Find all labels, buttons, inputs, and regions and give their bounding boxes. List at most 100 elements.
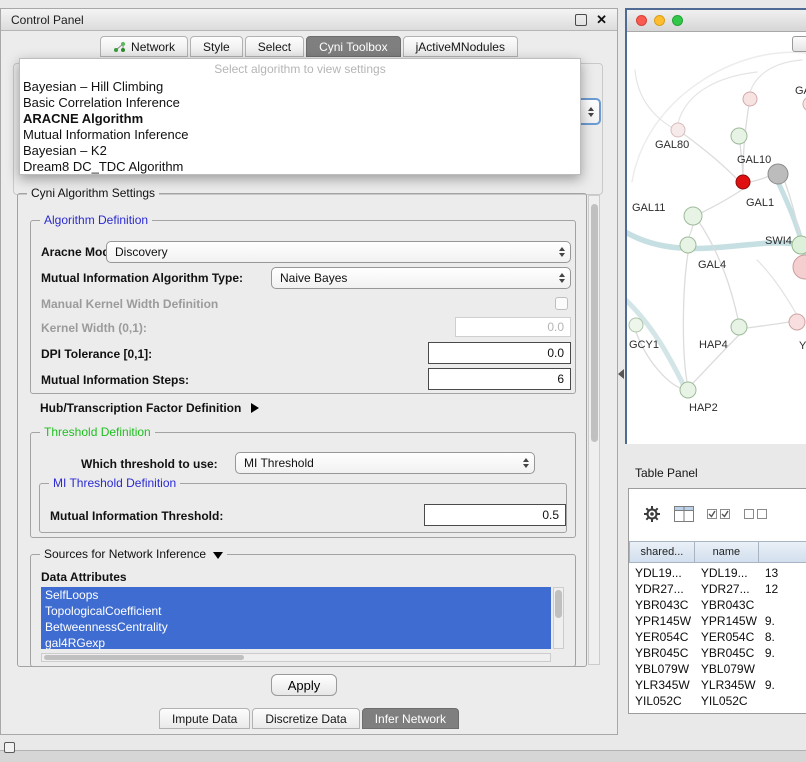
network-node[interactable] [789, 314, 805, 330]
mi-threshold-field[interactable]: 0.5 [424, 504, 566, 526]
network-node[interactable] [671, 123, 685, 137]
table-cell[interactable]: YIL052C [695, 693, 759, 709]
column-header[interactable]: name [695, 541, 759, 563]
manual-kernel-checkbox[interactable] [555, 297, 568, 310]
table-cell[interactable] [759, 693, 806, 709]
list-item[interactable]: BetweennessCentrality [41, 619, 551, 635]
dropdown-item[interactable]: Dream8 DC_TDC Algorithm [20, 159, 580, 175]
table-cell[interactable]: YBR045C [695, 645, 759, 661]
network-node[interactable] [792, 236, 806, 254]
settings-vscrollbar[interactable] [588, 195, 600, 665]
table-row[interactable]: YLR345W YLR345W 9. [629, 677, 806, 693]
list-vscrollbar-thumb[interactable] [555, 590, 562, 618]
network-node[interactable] [680, 237, 696, 253]
kernel-width-field[interactable]: 0.0 [455, 317, 571, 337]
tab-impute-data[interactable]: Impute Data [159, 708, 250, 729]
table-cell[interactable]: YIL052C [629, 693, 695, 709]
tab-style[interactable]: Style [190, 36, 243, 57]
float-window-icon[interactable] [575, 14, 587, 26]
network-node[interactable] [731, 319, 747, 335]
list-item[interactable]: SelfLoops [41, 587, 551, 603]
which-threshold-combo[interactable]: MI Threshold [235, 452, 535, 474]
table-cell[interactable]: 9. [759, 645, 806, 661]
network-node[interactable] [793, 255, 806, 279]
zoom-traffic-light[interactable] [672, 15, 683, 26]
network-node[interactable] [731, 128, 747, 144]
dropdown-item-selected[interactable]: ARACNE Algorithm [20, 111, 580, 127]
table-cell[interactable]: YBR045C [629, 645, 695, 661]
column-header[interactable] [759, 541, 806, 563]
table-cell[interactable]: YPR145W [695, 613, 759, 629]
table-row[interactable]: YDR27... YDR27... 12 [629, 581, 806, 597]
tab-discretize-data[interactable]: Discretize Data [252, 708, 359, 729]
table-row[interactable]: YER054C YER054C 8. [629, 629, 806, 645]
table-cell[interactable]: YDL19... [629, 565, 695, 581]
table-cell[interactable]: 12 [759, 581, 806, 597]
table-cell[interactable]: YLR345W [695, 677, 759, 693]
table-row[interactable]: YBR045C YBR045C 9. [629, 645, 806, 661]
table-row[interactable]: YIL052C YIL052C [629, 693, 806, 709]
tab-network[interactable]: Network [100, 36, 188, 57]
dropdown-item[interactable]: Bayesian – K2 [20, 143, 580, 159]
table-cell[interactable]: YDL19... [695, 565, 759, 581]
apply-button[interactable]: Apply [271, 674, 337, 696]
checked-pair-icon[interactable] [707, 508, 731, 520]
settings-gear-icon[interactable] [643, 505, 661, 523]
table-cell[interactable]: 9. [759, 677, 806, 693]
dpi-tolerance-field[interactable]: 0.0 [428, 342, 571, 364]
panel-dock-icon[interactable] [4, 742, 15, 753]
network-node[interactable] [743, 92, 757, 106]
table-cell[interactable]: YDR27... [695, 581, 759, 597]
table-columns-icon[interactable] [674, 506, 694, 522]
table-row[interactable]: YBR043C YBR043C [629, 597, 806, 613]
table-cell[interactable] [759, 597, 806, 613]
dropdown-item[interactable]: Basic Correlation Inference [20, 95, 580, 111]
mi-type-combo[interactable]: Naive Bayes [271, 267, 571, 289]
tab-cyni-toolbox[interactable]: Cyni Toolbox [306, 36, 400, 57]
table-cell[interactable] [759, 661, 806, 677]
settings-vscrollbar-thumb[interactable] [591, 204, 598, 442]
network-node[interactable] [629, 318, 643, 332]
table-cell[interactable]: YPR145W [629, 613, 695, 629]
network-corner-button[interactable] [792, 36, 806, 52]
table-cell[interactable]: YBL079W [695, 661, 759, 677]
table-cell[interactable]: YBL079W [629, 661, 695, 677]
list-hscrollbar-thumb[interactable] [44, 655, 244, 660]
table-cell[interactable]: 9. [759, 613, 806, 629]
table-row[interactable]: YBL079W YBL079W [629, 661, 806, 677]
table-row[interactable]: YPR145W YPR145W 9. [629, 613, 806, 629]
tab-infer-network[interactable]: Infer Network [362, 708, 459, 729]
panel-divider-handle[interactable] [618, 369, 624, 379]
table-cell[interactable]: 8. [759, 629, 806, 645]
minimize-traffic-light[interactable] [654, 15, 665, 26]
table-row[interactable]: YDL19... YDL19... 13 [629, 565, 806, 581]
close-icon[interactable]: ✕ [596, 14, 607, 26]
aracne-mode-combo[interactable]: Discovery [106, 241, 571, 263]
dropdown-placeholder[interactable]: Select algorithm to view settings [20, 59, 580, 79]
network-node-selected[interactable] [736, 175, 750, 189]
tab-jactivemnodules[interactable]: jActiveMNodules [403, 36, 518, 57]
list-item[interactable]: TopologicalCoefficient [41, 603, 551, 619]
network-node[interactable] [684, 207, 702, 225]
dropdown-item[interactable]: Mutual Information Inference [20, 127, 580, 143]
network-node[interactable] [768, 164, 788, 184]
table-cell[interactable]: YLR345W [629, 677, 695, 693]
list-vscrollbar[interactable] [553, 587, 564, 649]
column-header[interactable]: shared... [629, 541, 695, 563]
network-node[interactable] [680, 382, 696, 398]
list-hscrollbar[interactable] [41, 653, 551, 662]
table-cell[interactable]: YER054C [629, 629, 695, 645]
network-canvas[interactable]: GAL8 GAL80 GAL10 GAL11 GAL1 SWI4 GAL4 GC… [627, 32, 806, 444]
mi-steps-field[interactable]: 6 [428, 368, 571, 390]
table-cell[interactable]: YDR27... [629, 581, 695, 597]
hub-tf-expander[interactable]: Hub/Transcription Factor Definition [40, 400, 259, 416]
sources-expander[interactable]: Sources for Network Inference [40, 547, 227, 561]
close-traffic-light[interactable] [636, 15, 647, 26]
unchecked-pair-icon[interactable] [744, 508, 768, 520]
table-cell[interactable]: YBR043C [629, 597, 695, 613]
tab-select[interactable]: Select [245, 36, 304, 57]
table-cell[interactable]: YBR043C [695, 597, 759, 613]
table-cell[interactable]: YER054C [695, 629, 759, 645]
table-cell[interactable]: 13 [759, 565, 806, 581]
list-item[interactable]: gal4RGexp [41, 635, 551, 649]
